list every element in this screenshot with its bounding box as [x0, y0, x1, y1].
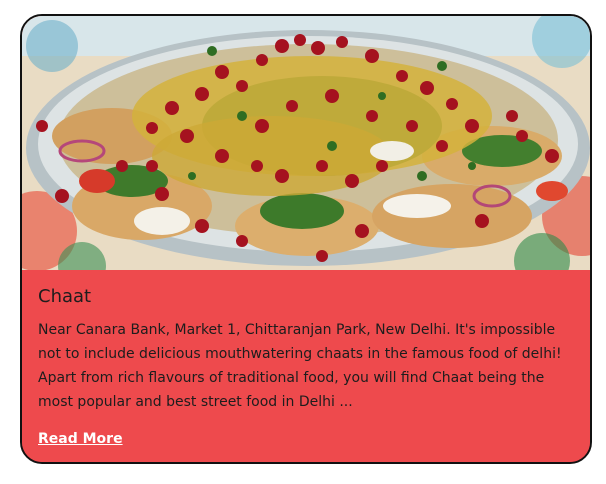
card-body: Chaat Near Canara Bank, Market 1, Chitta… [22, 270, 590, 462]
card-description: Near Canara Bank, Market 1, Chittaranjan… [38, 322, 562, 410]
chaat-photo [22, 16, 590, 270]
read-more-link[interactable]: Read More [38, 431, 123, 447]
card-title: Chaat [38, 286, 92, 307]
food-card: Chaat Near Canara Bank, Market 1, Chitta… [20, 14, 592, 464]
